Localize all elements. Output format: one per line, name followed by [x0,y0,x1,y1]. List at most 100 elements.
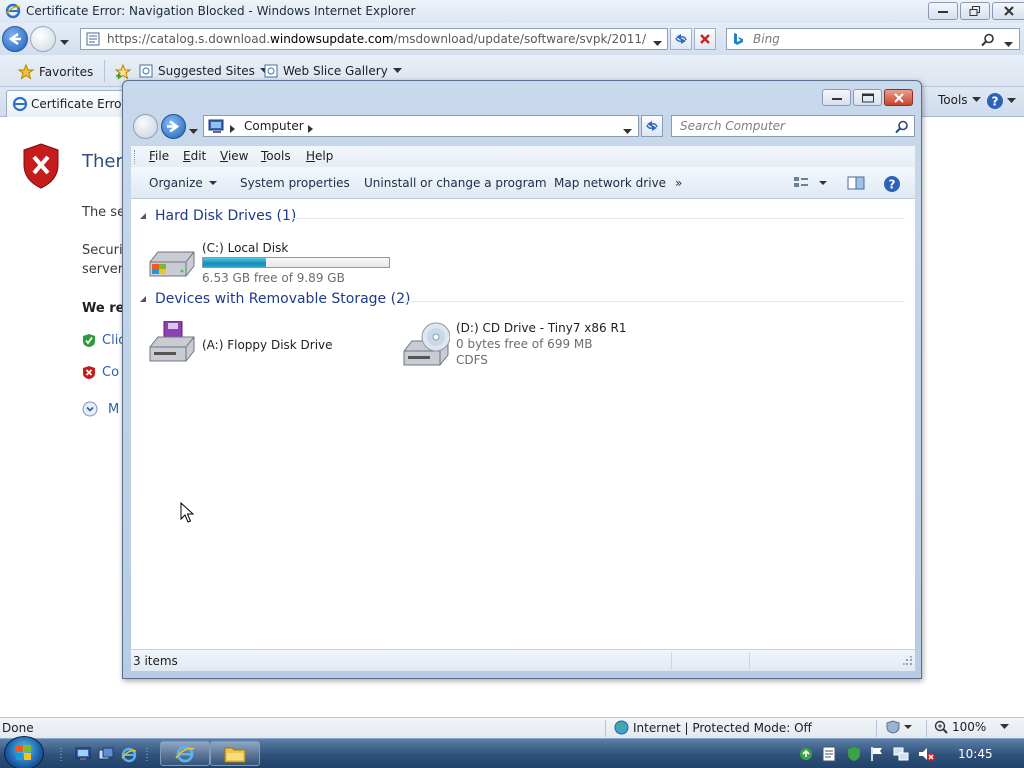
restore-button[interactable] [960,2,990,20]
explorer-close-button[interactable] [884,89,913,106]
suggested-sites-button[interactable]: Suggested Sites [139,64,269,78]
security-paragraph-line-1: Securit [82,243,128,258]
ie-address-bar[interactable]: https://catalog.s.download.windowsupdate… [80,28,668,50]
ie-status-bar: Done Internet | Protected Mode: Off 100% [0,717,1024,738]
menu-tools[interactable]: Tools [261,149,291,163]
notes-tray-icon[interactable] [822,746,836,765]
system-properties-button[interactable]: System properties [240,176,350,190]
show-desktop-icon[interactable] [75,747,91,764]
svg-text:?: ? [889,178,896,192]
stop-button[interactable] [694,28,716,50]
back-arrow-icon [8,32,21,46]
explorer-search-box[interactable]: Search Computer [671,115,915,137]
drive-name: (C:) Local Disk [202,241,289,255]
organize-label: Organize [149,176,203,190]
web-slice-gallery-button[interactable]: Web Slice Gallery [264,64,402,78]
tools-menu-button[interactable]: Tools [938,93,981,107]
address-dropdown-icon[interactable] [653,36,662,50]
recent-pages-dropdown-icon[interactable] [60,35,69,49]
start-button[interactable] [4,736,44,768]
explorer-command-bar: Organize System properties Uninstall or … [131,167,915,199]
chevron-down-icon [392,68,402,73]
url-text[interactable]: https://catalog.s.download.windowsupdate… [107,32,647,46]
explorer-refresh-button[interactable] [641,115,663,137]
preview-pane-icon [847,176,865,190]
ie-quick-launch-icon[interactable] [121,747,137,766]
group-header-hard-disk-drives[interactable]: Hard Disk Drives (1) [139,208,296,224]
add-to-favorites-bar-button[interactable] [115,64,131,80]
resize-grip-icon[interactable] [903,655,913,669]
drive-usage-bar [202,257,390,268]
minimize-button[interactable] [928,2,958,20]
search-icon[interactable] [895,120,909,137]
explorer-help-button[interactable]: ? [883,175,901,196]
page-icon [86,32,100,49]
ie-search-box[interactable]: Bing [726,28,1020,50]
explorer-maximize-button[interactable] [853,89,882,106]
search-dropdown-icon[interactable] [1004,37,1013,51]
mouse-cursor-icon [180,501,195,527]
security-options-button[interactable] [885,720,912,734]
forward-button[interactable] [30,26,56,52]
taskbar-ie-button[interactable] [160,741,210,766]
drive-floppy-a[interactable]: (A:) Floppy Disk Drive [148,320,348,365]
network-tray-icon[interactable] [893,746,909,765]
internet-globe-icon [614,720,629,735]
organize-button[interactable]: Organize [149,176,217,190]
continue-website-link[interactable]: Co [82,365,119,380]
preview-pane-button[interactable] [847,175,865,194]
tab-certificate-error[interactable]: Certificate Error: N [6,90,124,117]
volume-muted-icon[interactable] [918,746,936,765]
stop-icon [700,34,710,44]
explorer-forward-button[interactable] [161,114,186,139]
menu-file[interactable]: File [149,149,169,163]
recommendation-heading: We re [82,301,125,316]
help-menu-button[interactable]: ? [986,92,1016,110]
taskbar-clock[interactable]: 10:45 [958,747,993,761]
network-sync-icon[interactable] [798,746,814,765]
restore-icon [969,6,980,16]
favorites-button[interactable]: Favorites [18,64,93,80]
map-network-drive-button[interactable]: Map network drive [554,176,666,190]
ie-app-icon [5,3,21,19]
address-dropdown-icon[interactable] [623,124,632,138]
expand-circle-icon [82,401,98,417]
switch-windows-icon[interactable] [98,747,114,764]
quick-launch-grip [60,747,64,766]
security-tray-icon[interactable] [846,746,862,765]
more-commands-button[interactable]: » [675,176,682,190]
more-information-toggle[interactable]: M [82,401,119,417]
drive-local-disk-c[interactable]: (C:) Local Disk 6.53 GB free of 9.89 GB [148,241,408,285]
explorer-minimize-button[interactable] [822,89,851,106]
menu-help[interactable]: Help [306,149,333,163]
menu-view[interactable]: View [220,149,248,163]
breadcrumb-separator-icon[interactable] [230,122,235,136]
search-placeholder: Bing [753,32,780,46]
zoom-button[interactable]: 100% [934,720,1010,734]
web-slice-gallery-label: Web Slice Gallery [283,64,388,78]
explorer-address-bar[interactable]: Computer [203,115,639,137]
bing-icon [732,32,744,49]
taskbar-explorer-button[interactable] [210,741,260,766]
view-options-icon [794,177,827,187]
breadcrumb-separator-icon[interactable] [308,122,313,136]
group-header-removable-storage[interactable]: Devices with Removable Storage (2) [139,291,410,307]
uninstall-program-button[interactable]: Uninstall or change a program [364,176,547,190]
close-button[interactable] [992,2,1024,20]
explorer-back-button[interactable] [133,114,158,139]
menu-edit[interactable]: Edit [183,149,206,163]
close-webpage-link[interactable]: Clic [82,333,125,348]
chevron-down-icon [1007,98,1016,103]
security-zone[interactable]: Internet | Protected Mode: Off [614,720,812,735]
back-button[interactable] [2,26,28,52]
search-icon[interactable] [981,33,995,50]
recent-locations-dropdown-icon[interactable] [189,124,198,138]
drive-file-system: CDFS [456,353,488,367]
action-center-flag-icon[interactable] [870,746,884,765]
change-view-button[interactable] [793,175,829,194]
refresh-button[interactable] [670,28,692,50]
breadcrumb-computer[interactable]: Computer [244,119,304,133]
collapse-triangle-icon [140,296,146,302]
drive-free-space: 6.53 GB free of 9.89 GB [202,271,345,285]
drive-cd-d[interactable]: (D:) CD Drive - Tiny7 x86 R1 0 bytes fre… [402,321,662,367]
